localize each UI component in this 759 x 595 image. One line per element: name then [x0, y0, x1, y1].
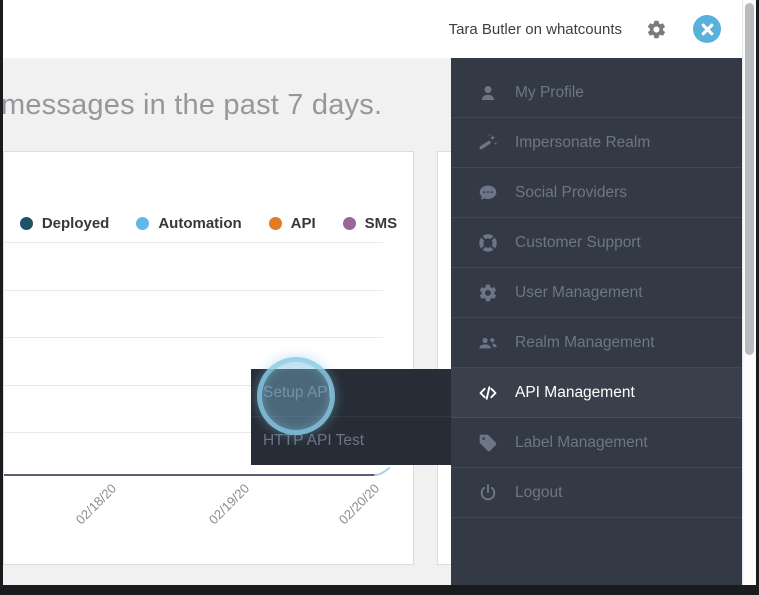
legend-dot — [136, 217, 149, 230]
menu-item-label: Social Providers — [515, 184, 627, 202]
menu-item-label: Impersonate Realm — [515, 134, 650, 152]
legend-item-api: API — [269, 215, 316, 232]
legend-item-sms: SMS — [343, 215, 398, 232]
menu-item-my-profile[interactable]: My Profile — [451, 68, 742, 118]
menu-item-realm-management[interactable]: Realm Management — [451, 318, 742, 368]
x-tick-label: 02/20/20 — [336, 481, 382, 527]
chart-gridline — [4, 290, 383, 291]
close-icon — [701, 23, 714, 36]
menu-item-customer-support[interactable]: Customer Support — [451, 218, 742, 268]
menu-item-label: Realm Management — [515, 334, 655, 352]
menu-item-user-management[interactable]: User Management — [451, 268, 742, 318]
code-icon — [478, 383, 498, 403]
menu-item-label: My Profile — [515, 84, 584, 102]
menu-item-impersonate-realm[interactable]: Impersonate Realm — [451, 118, 742, 168]
chart-baseline-series — [4, 464, 396, 484]
legend-item-deployed: Deployed — [20, 215, 110, 232]
chart-gridline — [4, 337, 383, 338]
user-icon — [478, 83, 498, 103]
account-menu: My Profile Impersonate Realm Social Provid… — [451, 58, 742, 585]
legend-dot — [20, 217, 33, 230]
menu-item-social-providers[interactable]: Social Providers — [451, 168, 742, 218]
frame-edge-left — [0, 0, 3, 595]
menu-item-label: API Management — [515, 384, 635, 402]
chart-legend: Deployed Automation API SMS — [4, 215, 413, 232]
app-window: Tara Butler on whatcounts messages in th… — [0, 0, 759, 595]
menu-item-api-management[interactable]: API Management — [451, 368, 742, 418]
frame-edge-bottom — [0, 585, 759, 595]
tag-icon — [478, 433, 498, 453]
users-icon — [478, 333, 498, 353]
menu-item-label: Logout — [515, 484, 562, 502]
menu-item-label-management[interactable]: Label Management — [451, 418, 742, 468]
scrollbar-track[interactable] — [742, 0, 756, 585]
legend-label: SMS — [365, 215, 398, 232]
submenu-item-http-api-test[interactable]: HTTP API Test — [251, 417, 451, 465]
menu-item-label: Customer Support — [515, 234, 641, 252]
legend-dot — [269, 217, 282, 230]
close-button[interactable] — [693, 15, 721, 43]
account-label: Tara Butler on whatcounts — [449, 21, 622, 38]
menu-item-label: Label Management — [515, 434, 648, 452]
gear-icon — [478, 283, 498, 303]
legend-label: Deployed — [42, 215, 110, 232]
page-title: messages in the past 7 days. — [1, 89, 382, 122]
comments-icon — [478, 183, 498, 203]
wand-icon — [478, 133, 498, 153]
legend-label: API — [291, 215, 316, 232]
x-tick-label: 02/19/20 — [206, 481, 252, 527]
menu-item-logout[interactable]: Logout — [451, 468, 742, 518]
topbar: Tara Butler on whatcounts — [0, 0, 742, 58]
chart-gridline — [4, 242, 383, 243]
legend-dot — [343, 217, 356, 230]
scrollbar-thumb[interactable] — [745, 3, 754, 355]
legend-item-automation: Automation — [136, 215, 241, 232]
api-management-submenu: Setup APIHTTP API Test — [251, 369, 451, 465]
gear-icon[interactable] — [646, 19, 667, 40]
legend-label: Automation — [158, 215, 241, 232]
chart-card: Deployed Automation API SMS 02/18/20 02/19/2… — [3, 151, 414, 565]
x-tick-label: 02/18/20 — [73, 481, 119, 527]
menu-item-label: User Management — [515, 284, 643, 302]
power-icon — [478, 483, 498, 503]
life-ring-icon — [478, 233, 498, 253]
submenu-item-setup-api[interactable]: Setup API — [251, 369, 451, 417]
